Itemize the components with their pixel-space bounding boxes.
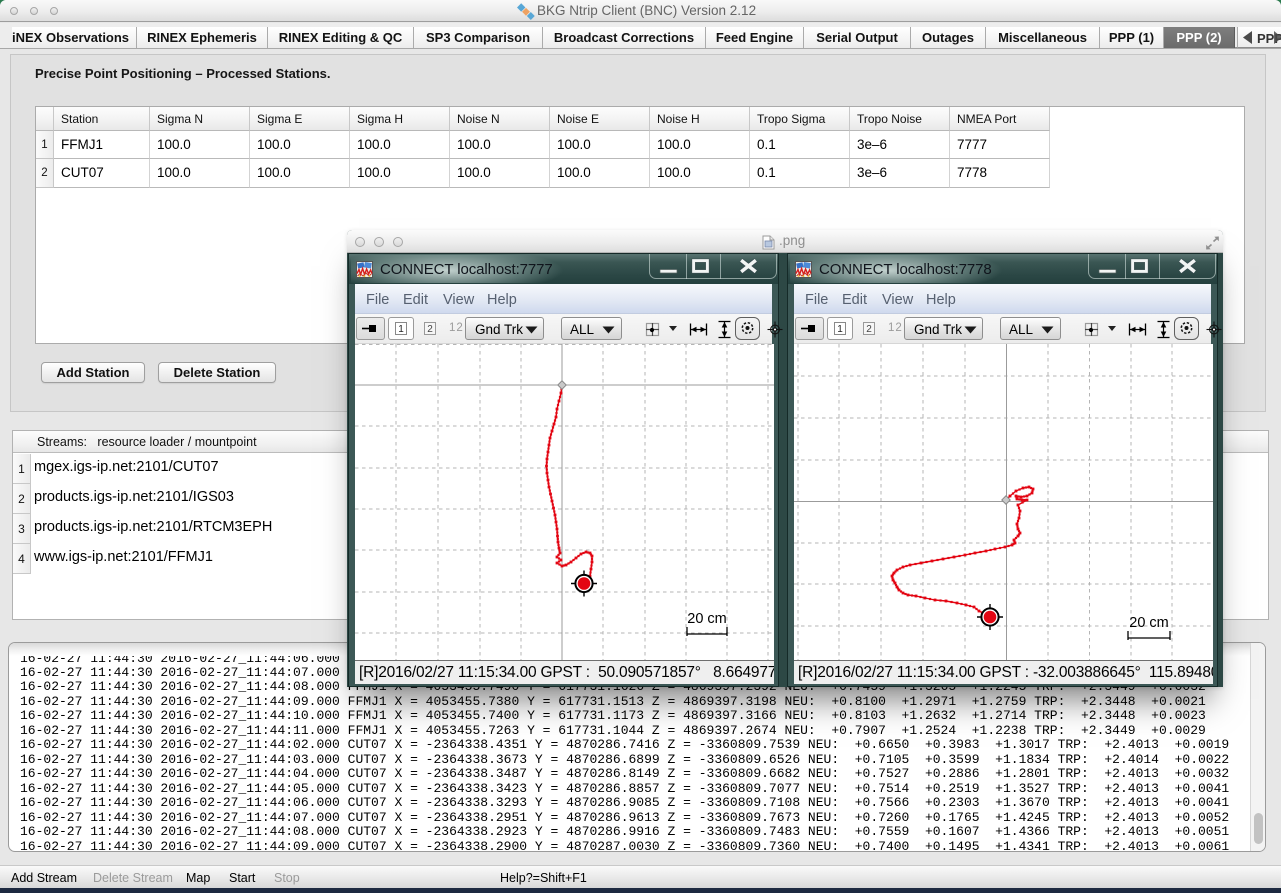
svg-text:2: 2	[866, 324, 872, 335]
svg-text:1: 1	[837, 324, 843, 335]
svg-text:20 cm: 20 cm	[1129, 615, 1169, 631]
svg-text:2: 2	[427, 324, 433, 335]
svg-text:20 cm: 20 cm	[687, 611, 727, 627]
svg-text:1: 1	[398, 324, 404, 335]
